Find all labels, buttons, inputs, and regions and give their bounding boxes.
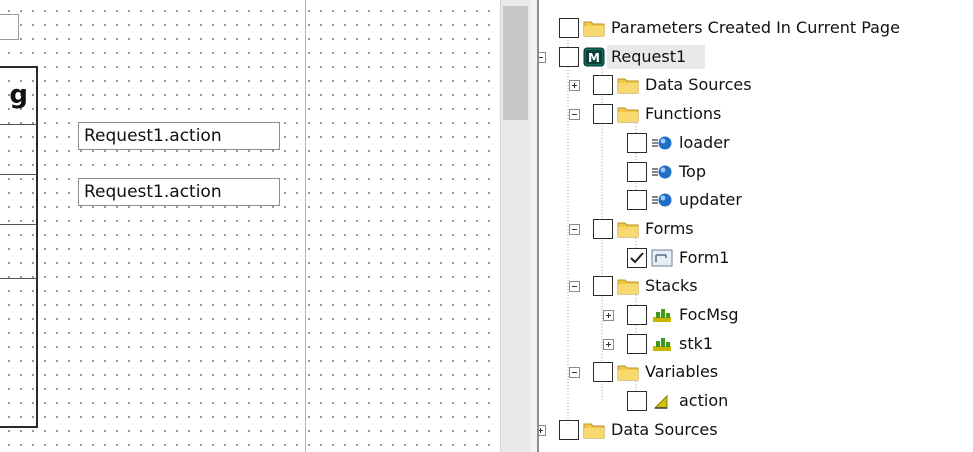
frame-top-border bbox=[0, 66, 38, 68]
collapse-icon[interactable] bbox=[569, 367, 580, 379]
tree-item-label: Form1 bbox=[679, 247, 730, 267]
item-checkbox[interactable] bbox=[559, 18, 579, 38]
item-checkbox[interactable] bbox=[627, 190, 647, 211]
stack-icon bbox=[651, 334, 673, 354]
request-action-field-1[interactable]: Request1.action bbox=[78, 122, 280, 150]
item-checkbox[interactable] bbox=[593, 276, 613, 297]
tree-item-action[interactable]: action bbox=[539, 389, 973, 417]
tree-item-label: Top bbox=[679, 161, 706, 181]
tree-item-parameters-created-in-current-page[interactable]: Parameters Created In Current Page bbox=[539, 16, 973, 44]
tree-item-functions[interactable]: Functions bbox=[539, 102, 973, 130]
item-checkbox[interactable] bbox=[627, 391, 647, 412]
item-checkbox[interactable] bbox=[559, 419, 579, 440]
tree-item-variables[interactable]: Variables bbox=[539, 360, 973, 388]
expand-icon[interactable] bbox=[603, 310, 614, 321]
tree-item-stk1[interactable]: stk1 bbox=[539, 332, 973, 360]
tree-item-request1[interactable]: M Request1 bbox=[539, 44, 973, 73]
tree-item-label: Functions bbox=[645, 104, 722, 124]
scrollbar-thumb[interactable] bbox=[503, 6, 528, 120]
expand-icon[interactable] bbox=[603, 338, 614, 350]
partial-control[interactable] bbox=[0, 14, 19, 40]
folder-icon bbox=[617, 362, 639, 382]
frame-row-divider bbox=[0, 278, 37, 279]
form-icon bbox=[651, 248, 673, 268]
tree-item-label: updater bbox=[679, 190, 742, 210]
folder-icon bbox=[583, 420, 605, 440]
folder-icon bbox=[617, 75, 639, 95]
folder-icon bbox=[583, 18, 605, 38]
design-canvas[interactable]: g Request1.action Request1.action bbox=[0, 0, 500, 452]
tree-item-label: stk1 bbox=[679, 333, 714, 353]
function-icon bbox=[651, 190, 673, 210]
tree-item-top[interactable]: Top bbox=[539, 160, 973, 188]
tree-item-loader[interactable]: loader bbox=[539, 131, 973, 159]
item-checkbox[interactable] bbox=[627, 247, 647, 268]
tree-item-label: Data Sources bbox=[611, 419, 718, 439]
vertical-scrollbar[interactable] bbox=[500, 0, 530, 452]
expand-icon[interactable] bbox=[539, 424, 546, 436]
function-icon bbox=[651, 133, 673, 153]
splitter[interactable] bbox=[530, 0, 537, 452]
tree-item-label: Data Sources bbox=[645, 75, 752, 95]
item-checkbox[interactable] bbox=[593, 104, 613, 125]
collapse-icon[interactable] bbox=[569, 223, 580, 235]
frame-header-glyph: g bbox=[9, 82, 28, 110]
frame-bottom-border bbox=[0, 426, 38, 428]
column-guide bbox=[305, 0, 306, 452]
expand-icon[interactable] bbox=[569, 80, 580, 92]
item-checkbox[interactable] bbox=[627, 305, 647, 325]
tree-item-label: FocMsg bbox=[679, 305, 739, 324]
item-checkbox[interactable] bbox=[593, 218, 613, 239]
frame-row-divider bbox=[0, 224, 37, 225]
stack-icon bbox=[651, 305, 673, 325]
tree-item-stacks[interactable]: Stacks bbox=[539, 274, 973, 302]
tree-item-label: action bbox=[679, 391, 729, 411]
tree-item-label: Parameters Created In Current Page bbox=[611, 18, 900, 37]
tree-item-label: loader bbox=[679, 132, 730, 152]
tree-item-forms[interactable]: Forms bbox=[539, 217, 973, 245]
item-checkbox[interactable] bbox=[593, 75, 613, 96]
variable-icon bbox=[651, 391, 673, 411]
tree-item-label: Stacks bbox=[645, 276, 698, 296]
collapse-icon[interactable] bbox=[569, 109, 580, 121]
frame-row-divider bbox=[0, 174, 37, 175]
module-icon: M bbox=[583, 47, 605, 67]
folder-icon bbox=[617, 276, 639, 296]
item-checkbox[interactable] bbox=[559, 46, 579, 67]
folder-icon bbox=[617, 104, 639, 124]
function-icon bbox=[651, 162, 673, 182]
tree-item-label: Request1 bbox=[611, 46, 687, 66]
folder-icon bbox=[617, 219, 639, 239]
tree-item-focmsg[interactable]: FocMsg bbox=[539, 303, 973, 331]
svg-text:M: M bbox=[588, 51, 600, 65]
checkmark-icon bbox=[630, 251, 644, 264]
tree-item-updater[interactable]: updater bbox=[539, 188, 973, 216]
tree-item-label: Variables bbox=[645, 362, 719, 382]
item-checkbox[interactable] bbox=[627, 161, 647, 182]
collapse-icon[interactable] bbox=[539, 51, 546, 63]
tree-item-form1[interactable]: Form1 bbox=[539, 246, 973, 274]
item-checkbox[interactable] bbox=[627, 333, 647, 354]
tree-item-label: Forms bbox=[645, 218, 694, 238]
request-action-field-2[interactable]: Request1.action bbox=[78, 178, 280, 206]
parameter-tree[interactable]: Parameters Created In Current Page M Reque… bbox=[539, 0, 973, 452]
frame-row-divider bbox=[0, 124, 37, 125]
tree-item-data-sources[interactable]: Data Sources bbox=[539, 418, 973, 446]
item-checkbox[interactable] bbox=[593, 362, 613, 383]
frame-right-border bbox=[36, 66, 38, 428]
item-checkbox[interactable] bbox=[627, 132, 647, 153]
collapse-icon[interactable] bbox=[569, 281, 580, 293]
tree-item-data-sources[interactable]: Data Sources bbox=[539, 73, 973, 101]
